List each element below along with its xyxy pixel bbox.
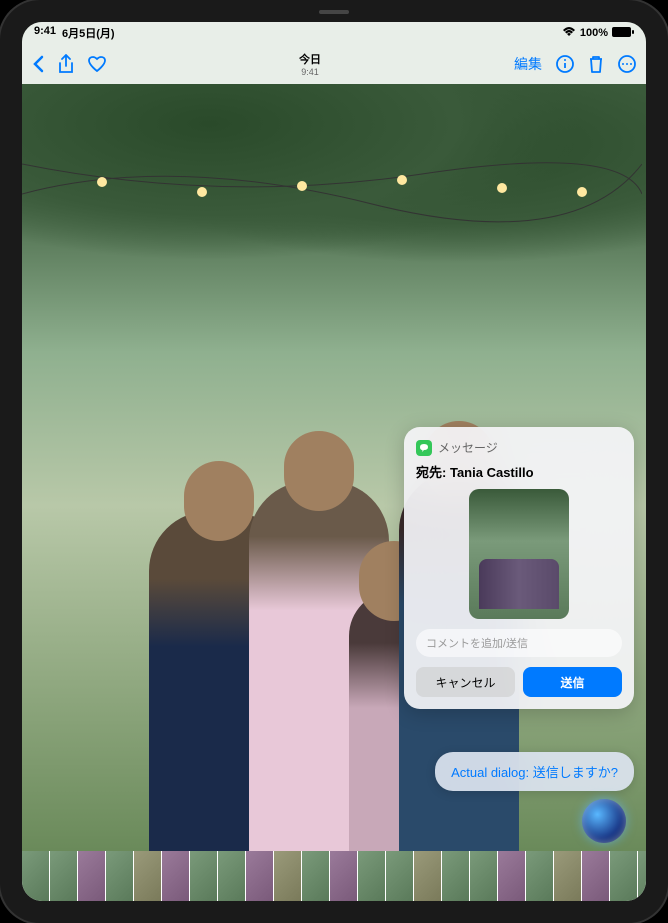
attachment-thumbnail[interactable] <box>469 489 569 619</box>
siri-response-text: 送信しますか? <box>533 765 618 780</box>
screen: 9:41 6月5日(月) 100% <box>22 22 646 901</box>
thumbnail[interactable] <box>134 851 162 901</box>
siri-response-bubble: Actual dialog: 送信しますか? <box>435 752 634 791</box>
back-icon[interactable] <box>32 55 44 73</box>
siri-orb-icon[interactable] <box>582 799 626 843</box>
thumbnail[interactable] <box>190 851 218 901</box>
thumbnail[interactable] <box>554 851 582 901</box>
thumbnail[interactable] <box>386 851 414 901</box>
info-icon[interactable] <box>556 55 574 73</box>
cancel-button[interactable]: キャンセル <box>416 667 515 697</box>
thumbnail[interactable] <box>610 851 638 901</box>
page-subtitle: 9:41 <box>299 67 321 77</box>
page-title: 今日 <box>299 51 321 67</box>
status-time: 9:41 <box>34 25 56 41</box>
thumbnail[interactable] <box>526 851 554 901</box>
thumbnail[interactable] <box>106 851 134 901</box>
ipad-speaker <box>319 10 349 14</box>
toolbar: 今日 9:41 編集 <box>22 44 646 84</box>
thumbnail[interactable] <box>302 851 330 901</box>
thumbnail[interactable] <box>638 851 646 901</box>
thumbnail[interactable] <box>442 851 470 901</box>
recipient-line: 宛先: Tania Castillo <box>416 462 622 481</box>
status-date: 6月5日(月) <box>62 25 115 41</box>
thumbnail[interactable] <box>78 851 106 901</box>
heart-icon[interactable] <box>88 56 106 72</box>
messages-app-icon <box>416 440 432 456</box>
battery-icon <box>612 27 634 40</box>
message-share-popup: メッセージ 宛先: Tania Castillo コメントを追加/送信 キャンセ… <box>404 427 634 709</box>
thumbnail[interactable] <box>22 851 50 901</box>
thumbnail[interactable] <box>498 851 526 901</box>
thumbnail-strip[interactable] <box>22 851 646 901</box>
thumbnail[interactable] <box>246 851 274 901</box>
status-bar: 9:41 6月5日(月) 100% <box>22 22 646 44</box>
share-icon[interactable] <box>58 54 74 74</box>
edit-button[interactable]: 編集 <box>514 54 542 74</box>
thumbnail[interactable] <box>470 851 498 901</box>
thumbnail[interactable] <box>162 851 190 901</box>
thumbnail[interactable] <box>582 851 610 901</box>
trash-icon[interactable] <box>588 55 604 73</box>
recipient-label: 宛先: <box>416 465 446 480</box>
wifi-icon <box>562 27 576 40</box>
thumbnail[interactable] <box>50 851 78 901</box>
send-button[interactable]: 送信 <box>523 667 622 697</box>
thumbnail[interactable] <box>274 851 302 901</box>
battery-percent: 100% <box>580 27 608 39</box>
siri-response-prefix: Actual dialog: <box>451 765 529 780</box>
string-lights <box>22 144 642 244</box>
recipient-name: Tania Castillo <box>450 465 534 480</box>
popup-app-name: メッセージ <box>438 439 498 456</box>
ipad-device-frame: 9:41 6月5日(月) 100% <box>0 0 668 923</box>
thumbnail[interactable] <box>218 851 246 901</box>
thumbnail[interactable] <box>414 851 442 901</box>
thumbnail[interactable] <box>330 851 358 901</box>
toolbar-title-area: 今日 9:41 <box>299 51 321 77</box>
thumbnail[interactable] <box>358 851 386 901</box>
more-icon[interactable] <box>618 55 636 73</box>
comment-input[interactable]: コメントを追加/送信 <box>416 629 622 657</box>
